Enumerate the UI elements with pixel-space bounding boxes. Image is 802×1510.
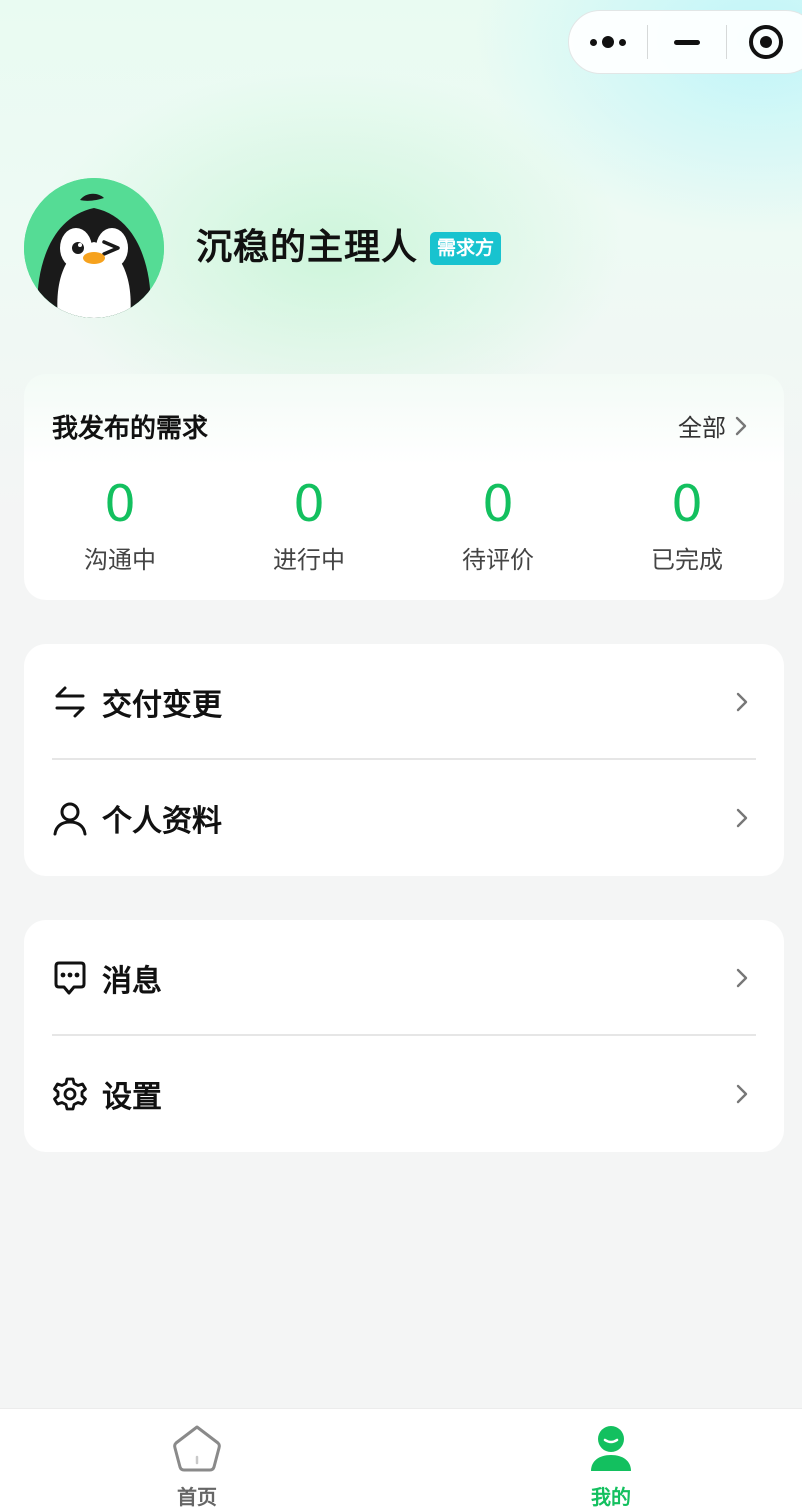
stat-label: 沟通中 <box>84 546 156 574</box>
chevron-right-icon <box>736 692 748 712</box>
close-button[interactable] <box>727 10 802 74</box>
stat-count: 0 <box>104 475 136 533</box>
stat-completed[interactable]: 0 已完成 <box>617 470 757 575</box>
chevron-right-icon <box>736 968 748 988</box>
stat-communicating[interactable]: 0 沟通中 <box>50 470 190 575</box>
stat-count: 0 <box>293 475 325 533</box>
more-dots-icon <box>590 36 626 48</box>
menu-item-messages[interactable]: 消息 <box>24 920 784 1036</box>
menu-label: 设置 <box>102 1080 162 1115</box>
tab-home[interactable]: 首页 <box>137 1409 257 1510</box>
stat-pending-review[interactable]: 0 待评价 <box>428 470 568 575</box>
stat-in-progress[interactable]: 0 进行中 <box>239 470 379 575</box>
menu-label: 消息 <box>102 964 162 999</box>
minimize-icon <box>674 39 700 45</box>
stat-label: 进行中 <box>273 546 345 574</box>
minimize-button[interactable] <box>648 10 726 74</box>
menu-item-settings[interactable]: 设置 <box>24 1036 784 1152</box>
stat-count: 0 <box>671 475 703 533</box>
chevron-right-icon <box>736 1084 748 1104</box>
tab-bar: 首页 我的 <box>0 1408 802 1510</box>
menu-item-profile[interactable]: 个人资料 <box>24 760 784 876</box>
target-close-icon <box>749 25 783 59</box>
username: 沉稳的主理人 <box>196 227 419 268</box>
tab-label: 首页 <box>177 1485 217 1509</box>
more-button[interactable] <box>569 10 647 74</box>
tab-label: 我的 <box>591 1485 631 1509</box>
mini-program-capsule <box>568 10 802 74</box>
chevron-right-icon <box>736 808 748 828</box>
menu-item-delivery-change[interactable]: 交付变更 <box>24 644 784 760</box>
role-badge: 需求方 <box>430 232 502 265</box>
view-all-label: 全部 <box>678 414 726 442</box>
profile-icon <box>591 1426 631 1471</box>
gear-icon <box>52 1076 88 1112</box>
message-icon <box>52 960 88 996</box>
tab-mine[interactable]: 我的 <box>551 1409 671 1510</box>
menu-label: 个人资料 <box>102 804 222 839</box>
view-all-link[interactable]: 全部 <box>678 408 748 443</box>
profile-page: 沉稳的主理人 需求方 我发布的需求 全部 0 沟通中 0 进行中 0 待评价 0… <box>0 0 802 1510</box>
home-icon <box>173 1425 221 1472</box>
penguin-avatar-icon <box>24 178 164 318</box>
user-icon <box>52 800 88 836</box>
demands-title: 我发布的需求 <box>52 414 209 444</box>
stat-label: 待评价 <box>462 546 534 574</box>
stat-count: 0 <box>482 475 514 533</box>
swap-arrows-icon <box>52 684 88 720</box>
chevron-right-icon <box>735 416 747 435</box>
avatar[interactable] <box>24 178 164 318</box>
menu-label: 交付变更 <box>102 688 222 723</box>
stat-label: 已完成 <box>651 546 723 574</box>
